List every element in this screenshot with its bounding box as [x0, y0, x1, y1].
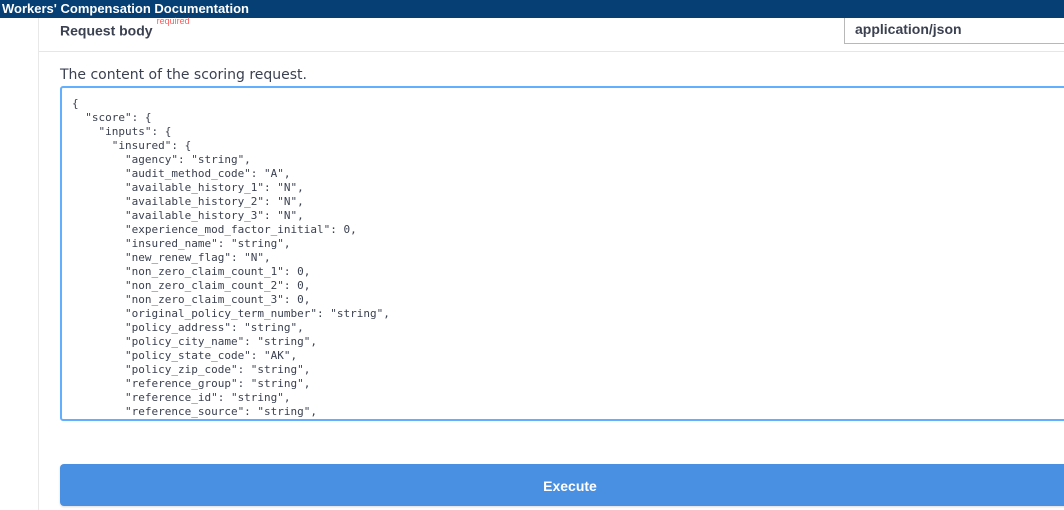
content-type-select[interactable]: application/json	[844, 18, 1064, 44]
request-body-title: Request bodyrequired	[60, 16, 190, 39]
request-body-json[interactable]: { "score": { "inputs": { "insured": { "a…	[62, 88, 1064, 419]
content-type-value: application/json	[855, 21, 962, 37]
request-body-editor[interactable]: { "score": { "inputs": { "insured": { "a…	[60, 86, 1064, 421]
panel-left-border	[38, 18, 39, 510]
required-badge: required	[156, 16, 190, 26]
request-body-header: Request bodyrequired application/json	[39, 16, 1064, 52]
request-body-label: Request body	[60, 22, 153, 39]
execute-button[interactable]: Execute	[60, 464, 1064, 506]
request-body-description: The content of the scoring request.	[60, 67, 307, 83]
window-title: Workers' Compensation Documentation	[2, 1, 249, 16]
